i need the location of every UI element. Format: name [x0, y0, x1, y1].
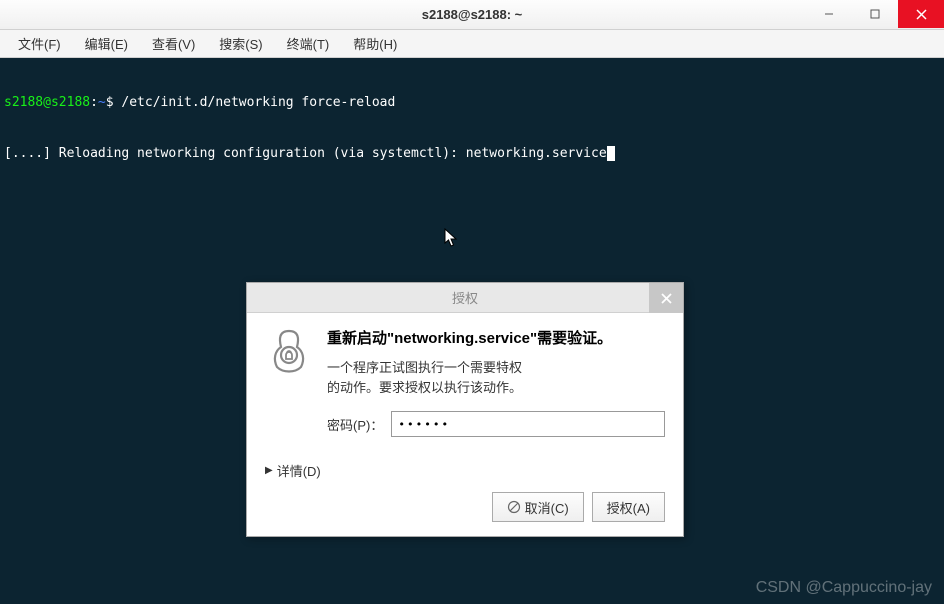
prompt-user: s2188@s2188: [4, 95, 90, 110]
terminal-line-prompt: s2188@s2188:~$ /etc/init.d/networking fo…: [4, 94, 940, 111]
prompt-symbol: $: [106, 95, 114, 110]
menu-view[interactable]: 查看(V): [142, 31, 205, 56]
terminal-cursor: [607, 146, 615, 161]
menu-help[interactable]: 帮助(H): [343, 31, 407, 56]
menu-search[interactable]: 搜索(S): [209, 31, 272, 56]
cancel-icon: [507, 500, 521, 514]
menubar: 文件(F) 编辑(E) 查看(V) 搜索(S) 终端(T) 帮助(H): [0, 30, 944, 58]
dialog-desc-line2: 的动作。要求授权以执行该动作。: [327, 378, 665, 398]
dialog-description: 一个程序正试图执行一个需要特权 的动作。要求授权以执行该动作。: [327, 358, 665, 397]
password-input[interactable]: [391, 411, 665, 437]
menu-edit[interactable]: 编辑(E): [75, 31, 138, 56]
dialog-heading: 重新启动"networking.service"需要验证。: [327, 327, 665, 348]
chevron-right-icon: ▶: [265, 465, 273, 476]
cancel-label: 取消(C): [525, 498, 569, 517]
terminal-command: /etc/init.d/networking force-reload: [114, 95, 396, 110]
minimize-button[interactable]: [806, 0, 852, 28]
authorize-label: 授权(A): [607, 498, 650, 517]
dialog-title: 授权: [452, 288, 478, 307]
menu-terminal[interactable]: 终端(T): [277, 31, 340, 56]
dialog-close-button[interactable]: [649, 283, 683, 313]
menu-file[interactable]: 文件(F): [8, 31, 71, 56]
window-titlebar: s2188@s2188: ~: [0, 0, 944, 30]
dialog-titlebar[interactable]: 授权: [247, 283, 683, 313]
window-buttons: [806, 0, 944, 29]
dialog-text: 重新启动"networking.service"需要验证。 一个程序正试图执行一…: [327, 327, 665, 445]
window-title: s2188@s2188: ~: [422, 7, 523, 22]
dialog-top: 重新启动"networking.service"需要验证。 一个程序正试图执行一…: [265, 327, 665, 445]
dialog-footer: 取消(C) 授权(A): [265, 492, 665, 522]
password-row: 密码(P)：: [327, 411, 665, 437]
close-button[interactable]: [898, 0, 944, 28]
auth-dialog: 授权 重新启动"networking.service"需要验证。 一个程序正试图…: [246, 282, 684, 537]
terminal-output: [....] Reloading networking configuratio…: [4, 146, 607, 161]
dialog-body: 重新启动"networking.service"需要验证。 一个程序正试图执行一…: [247, 313, 683, 536]
authorize-button[interactable]: 授权(A): [592, 492, 665, 522]
prompt-path: ~: [98, 95, 106, 110]
password-label: 密码(P)：: [327, 415, 383, 434]
details-label: 详情(D): [277, 461, 321, 480]
dialog-desc-line1: 一个程序正试图执行一个需要特权: [327, 358, 665, 378]
prompt-sep: :: [90, 95, 98, 110]
maximize-button[interactable]: [852, 0, 898, 28]
cancel-button[interactable]: 取消(C): [492, 492, 584, 522]
terminal-line-output: [....] Reloading networking configuratio…: [4, 145, 940, 162]
details-toggle[interactable]: ▶ 详情(D): [265, 461, 665, 480]
watermark: CSDN @Cappuccino-jay: [756, 579, 932, 596]
mouse-cursor-icon: [444, 228, 460, 248]
lock-icon: [265, 327, 313, 375]
